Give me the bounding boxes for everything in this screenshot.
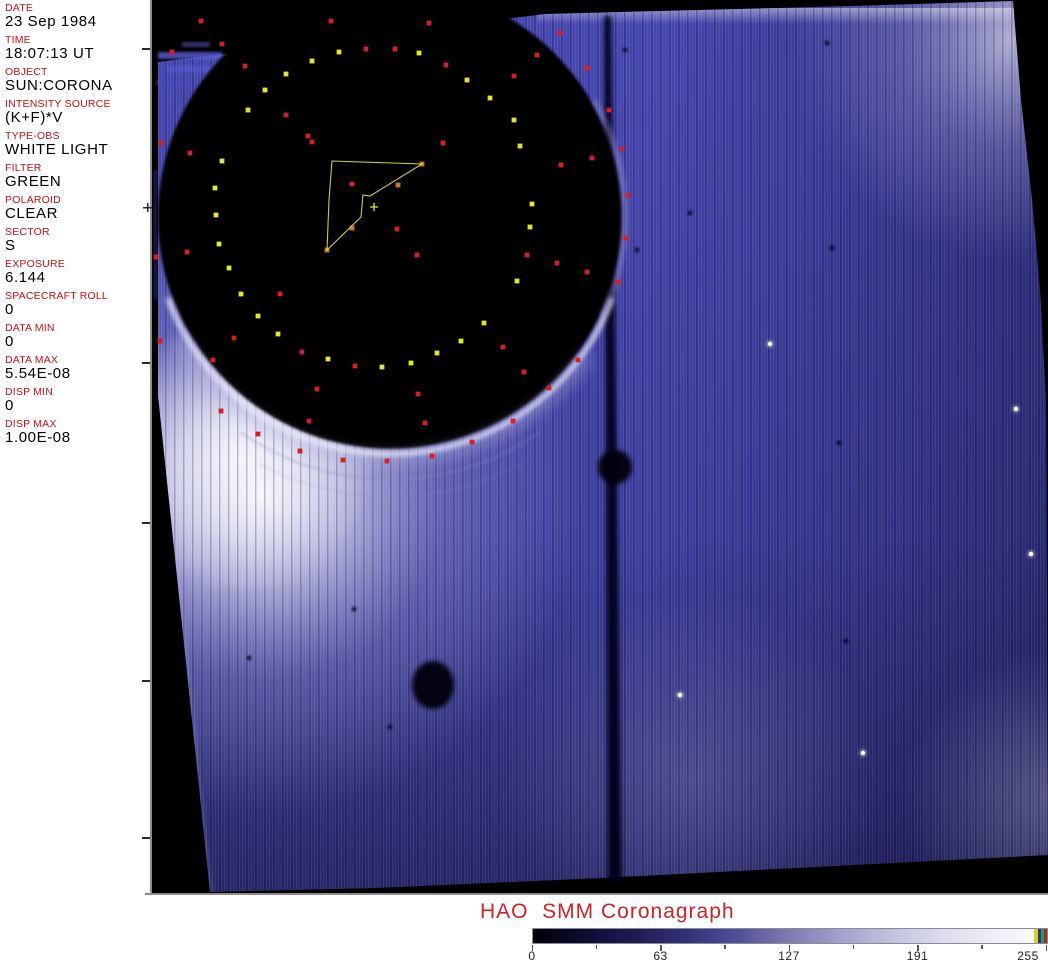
coronagraph-image-area	[152, 0, 1048, 893]
colorbar-tick-label: 191	[906, 949, 929, 960]
occulting-disk	[158, 0, 622, 449]
metadata-field-disp-min: DISP MIN 0	[5, 386, 150, 414]
left-tick	[142, 48, 150, 50]
colorbar-minor-tick	[724, 945, 726, 949]
colorbar-tick-label: 63	[653, 949, 668, 960]
field-label: DISP MIN	[5, 386, 54, 398]
colorbar-end-stripe	[1037, 929, 1041, 943]
metadata-field-data-min: DATA MIN 0	[5, 322, 150, 350]
field-value: WHITE LIGHT	[5, 141, 109, 158]
metadata-field-data-max: DATA MAX 5.54E-08	[5, 354, 150, 382]
metadata-field-polaroid: POLAROID CLEAR	[5, 194, 150, 222]
metadata-fields: DATE 23 Sep 1984 TIME 18:07:13 UT OBJECT SUN:…	[5, 2, 150, 446]
left-tick	[142, 362, 150, 364]
colorbar-major-tick	[1045, 945, 1047, 951]
colorbar-tick-label: 0	[528, 949, 536, 960]
metadata-field-disp-max: DISP MAX 1.00E-08	[5, 418, 150, 446]
field-value: 5.54E-08	[5, 365, 71, 382]
left-tick	[142, 522, 150, 524]
left-tick	[142, 680, 150, 682]
colorbar-end-stripe	[1041, 929, 1044, 943]
metadata-field-object: OBJECT SUN:CORONA	[5, 66, 150, 94]
metadata-sidebar: DATE 23 Sep 1984 TIME 18:07:13 UT OBJECT SUN:…	[0, 0, 150, 894]
left-tick	[142, 837, 150, 839]
field-value: (K+F)*V	[5, 109, 63, 126]
metadata-field-time: TIME 18:07:13 UT	[5, 34, 150, 62]
metadata-field-filter: FILTER GREEN	[5, 162, 150, 190]
field-value: 1.00E-08	[5, 429, 71, 446]
field-value: GREEN	[5, 173, 62, 190]
metadata-field-exposure: EXPOSURE 6.144	[5, 258, 150, 286]
colorbar-minor-tick	[852, 945, 855, 949]
field-value: S	[5, 237, 16, 254]
metadata-field-type-obs: TYPE-OBS WHITE LIGHT	[5, 130, 150, 158]
metadata-field-date: DATE 23 Sep 1984	[5, 2, 150, 30]
field-label: SECTOR	[5, 226, 50, 238]
colorbar-tick-label: 255	[1017, 949, 1039, 960]
colorbar-end-stripe	[1043, 929, 1047, 943]
frame-horizontal-line	[145, 893, 1048, 895]
metadata-field-intensity-source: INTENSITY SOURCE (K+F)*V	[5, 98, 150, 126]
colorbar-end-stripe	[1033, 929, 1038, 943]
field-value: 0	[5, 333, 14, 350]
colorbar-minor-tick	[595, 945, 598, 949]
field-label: DATA MIN	[5, 322, 55, 334]
image-title: HAO SMM Coronagraph	[480, 900, 735, 923]
field-value: 6.144	[5, 269, 46, 286]
metadata-field-spacecraft-roll: SPACECRAFT ROLL 0	[5, 290, 150, 318]
footer-panel: HAO SMM Coronagraph 0 63 127 191 255	[0, 897, 1048, 960]
coronagraph-image	[152, 0, 1048, 893]
metadata-field-sector: SECTOR S	[5, 226, 150, 254]
field-value: SUN:CORONA	[5, 77, 113, 94]
smm-coronagraph-viewer: DATE 23 Sep 1984 TIME 18:07:13 UT OBJECT SUN:…	[0, 0, 1048, 960]
field-value: 0	[5, 397, 14, 414]
field-label: SPACECRAFT ROLL	[5, 290, 108, 302]
field-value: CLEAR	[5, 205, 59, 222]
field-value: 18:07:13 UT	[5, 45, 95, 62]
field-value: 0	[5, 301, 14, 318]
left-tick-plus	[143, 203, 152, 212]
field-value: 23 Sep 1984	[5, 13, 97, 30]
colorbar-minor-tick	[981, 945, 983, 949]
colorbar	[532, 928, 1048, 944]
colorbar-tick-label: 127	[778, 949, 800, 960]
